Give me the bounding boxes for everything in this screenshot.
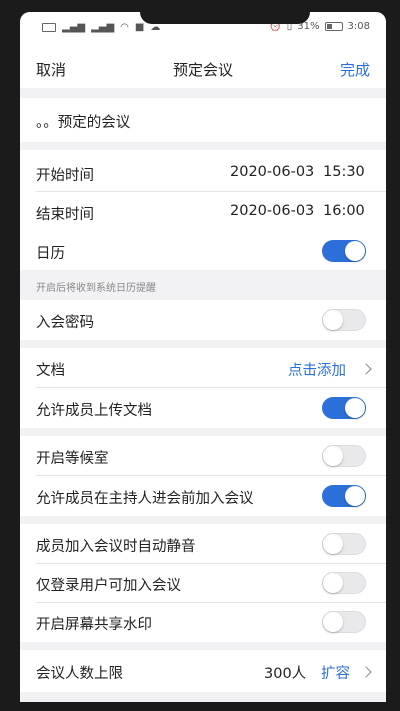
waiting-room-toggle[interactable] bbox=[322, 445, 366, 467]
navigation-bar: 取消 预定会议 完成 bbox=[20, 48, 386, 88]
status-icons-left: ▂▄▆ ▂▄▆ ◠ ■ ☁ bbox=[42, 22, 160, 33]
divider bbox=[36, 563, 386, 564]
password-row: 入会密码 bbox=[20, 300, 386, 340]
toggle-knob bbox=[323, 310, 343, 330]
end-time-value[interactable]: 16:00 bbox=[323, 203, 365, 219]
password-toggle[interactable] bbox=[322, 309, 366, 331]
logged-in-only-toggle[interactable] bbox=[322, 572, 366, 594]
toggle-knob bbox=[345, 486, 365, 506]
expand-capacity-link[interactable]: 扩容 bbox=[321, 662, 350, 683]
calendar-row: 日历 bbox=[20, 232, 386, 270]
password-label: 入会密码 bbox=[36, 315, 94, 331]
meeting-topic-row[interactable]: 。。预定的会议 bbox=[20, 98, 386, 142]
toggle-knob bbox=[323, 573, 343, 593]
auto-mute-toggle[interactable] bbox=[322, 533, 366, 555]
logged-in-only-label: 仅登录用户可加入会议 bbox=[36, 578, 181, 594]
calendar-hint: 开启后将收到系统日历提醒 bbox=[36, 283, 156, 294]
page-title: 预定会议 bbox=[172, 61, 233, 79]
watermark-label: 开启屏幕共享水印 bbox=[36, 617, 152, 633]
capacity-row: 会议人数上限 300人 扩容 bbox=[20, 650, 386, 692]
documents-label: 文档 bbox=[36, 363, 65, 379]
chevron-right-icon bbox=[360, 363, 372, 375]
waiting-room-label: 开启等候室 bbox=[36, 451, 109, 467]
toggle-knob bbox=[323, 612, 343, 632]
sim-icon bbox=[42, 23, 56, 32]
divider bbox=[36, 191, 386, 192]
toggle-knob bbox=[345, 398, 365, 418]
calendar-label: 日历 bbox=[36, 246, 65, 262]
end-date-value[interactable]: 2020-06-03 bbox=[230, 203, 314, 219]
divider bbox=[36, 387, 386, 388]
auto-mute-label: 成员加入会议时自动静音 bbox=[36, 539, 196, 555]
start-time-label: 开始时间 bbox=[36, 168, 94, 184]
battery-icon bbox=[324, 22, 343, 31]
time-section: 开始时间 2020-06-03 15:30 结束时间 2020-06-03 16… bbox=[20, 150, 386, 232]
done-button[interactable]: 完成 bbox=[340, 59, 370, 80]
end-time-label: 结束时间 bbox=[36, 207, 94, 223]
join-before-host-label: 允许成员在主持人进会前加入会议 bbox=[36, 491, 254, 507]
calendar-toggle[interactable] bbox=[322, 240, 366, 262]
capacity-value: 300人 bbox=[264, 666, 307, 682]
meeting-topic-input[interactable]: 。。预定的会议 bbox=[36, 111, 130, 132]
allow-upload-toggle[interactable] bbox=[322, 397, 366, 419]
video-icon: ■ bbox=[134, 22, 145, 33]
toggle-knob bbox=[345, 241, 365, 261]
wifi-icon: ◠ bbox=[120, 22, 129, 33]
camera-notch bbox=[140, 12, 310, 24]
clock: 3:08 bbox=[347, 21, 370, 32]
divider bbox=[36, 602, 386, 603]
toggle-knob bbox=[323, 534, 343, 554]
meeting-options-section: 成员加入会议时自动静音 仅登录用户可加入会议 开启屏幕共享水印 bbox=[20, 524, 386, 642]
divider bbox=[36, 475, 386, 476]
app-screen: ▂▄▆ ▂▄▆ ◠ ■ ☁ ⏰ ▯ 31% 3:08 取消 预定会议 完成 。。… bbox=[20, 12, 386, 702]
phone-frame: ▂▄▆ ▂▄▆ ◠ ■ ☁ ⏰ ▯ 31% 3:08 取消 预定会议 完成 。。… bbox=[0, 0, 400, 711]
signal-icon-2: ▂▄▆ bbox=[91, 22, 115, 33]
allow-upload-label: 允许成员上传文档 bbox=[36, 403, 152, 419]
join-before-host-toggle[interactable] bbox=[322, 485, 366, 507]
toggle-knob bbox=[323, 446, 343, 466]
capacity-label: 会议人数上限 bbox=[36, 666, 123, 682]
documents-section: 文档 点击添加 允许成员上传文档 bbox=[20, 348, 386, 428]
chevron-right-icon bbox=[360, 666, 372, 678]
waiting-room-section: 开启等候室 允许成员在主持人进会前加入会议 bbox=[20, 436, 386, 516]
start-time-value[interactable]: 15:30 bbox=[323, 164, 365, 180]
signal-icon: ▂▄▆ bbox=[62, 22, 86, 33]
add-document-link[interactable]: 点击添加 bbox=[288, 359, 346, 380]
start-date-value[interactable]: 2020-06-03 bbox=[230, 164, 314, 180]
watermark-toggle[interactable] bbox=[322, 611, 366, 633]
